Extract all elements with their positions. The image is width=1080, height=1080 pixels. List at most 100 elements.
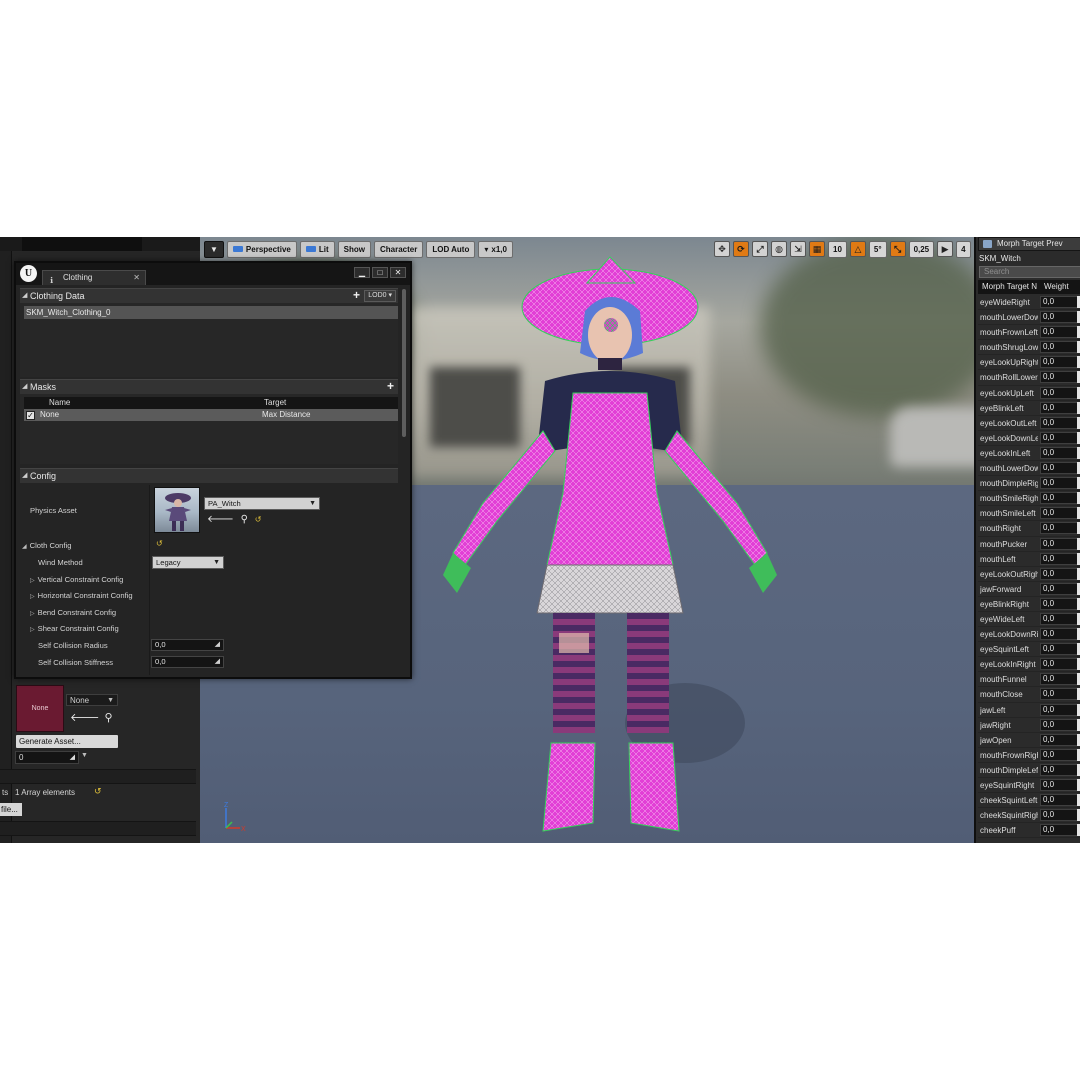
morph-target-row[interactable]: mouthDimpleLeft 0,0 xyxy=(978,763,1080,778)
morph-weight-input[interactable]: 0,0 xyxy=(1040,341,1080,354)
clothing-data-item[interactable]: SKM_Witch_Clothing_0 xyxy=(24,306,398,319)
number-field[interactable]: 0 ◢ xyxy=(15,751,79,764)
morph-target-row[interactable]: mouthLowerDownLeft 0,0 xyxy=(978,310,1080,326)
morph-target-row[interactable]: mouthClose 0,0 xyxy=(978,687,1080,703)
morph-weight-input[interactable]: 0,0 xyxy=(1040,688,1080,701)
lod-dropdown[interactable]: LOD0 ▾ xyxy=(364,290,396,302)
morph-weight-input[interactable]: 0,0 xyxy=(1040,552,1080,565)
morph-weight-input[interactable]: 0,0 xyxy=(1040,658,1080,671)
morph-target-row[interactable]: mouthFrownLeft 0,0 xyxy=(978,325,1080,341)
morph-weight-input[interactable]: 0,0 xyxy=(1040,326,1080,339)
reset-icon[interactable]: ↺ xyxy=(94,786,102,797)
morph-target-row[interactable]: mouthShrugLower 0,0 xyxy=(978,340,1080,356)
morph-weight-input[interactable]: 0,0 xyxy=(1040,296,1080,308)
morph-weight-input[interactable]: 0,0 xyxy=(1040,462,1080,475)
morph-weight-input[interactable]: 0,0 xyxy=(1040,371,1080,384)
morph-weight-input[interactable]: 0,0 xyxy=(1040,356,1080,369)
camera-speed-icon[interactable]: ▶ xyxy=(937,241,954,257)
character-button[interactable]: Character xyxy=(373,240,424,258)
morph-target-row[interactable]: eyeBlinkRight 0,0 xyxy=(978,597,1080,612)
clothing-data-scrollbar[interactable] xyxy=(402,289,406,437)
morph-target-tab[interactable]: Morph Target Prev xyxy=(978,237,1080,251)
config-header[interactable]: ◢ Config xyxy=(20,468,398,483)
physics-asset-thumbnail[interactable] xyxy=(154,487,200,533)
morph-target-row[interactable]: jawForward 0,0 xyxy=(978,582,1080,597)
self-collision-radius-input[interactable]: 0,0 ◢ xyxy=(151,639,224,651)
search-icon[interactable]: ⚲ xyxy=(105,712,118,724)
self-collision-stiffness-input[interactable]: 0,0 ◢ xyxy=(151,656,224,668)
morph-weight-input[interactable]: 0,0 xyxy=(1040,643,1080,656)
morph-target-row[interactable]: mouthSmileLeft 0,0 xyxy=(978,506,1080,522)
morph-target-row[interactable]: eyeBlinkLeft 0,0 xyxy=(978,401,1080,416)
morph-weight-input[interactable]: 0,0 xyxy=(1040,809,1080,822)
add-clothing-data-icon[interactable]: + xyxy=(353,289,360,302)
morph-weight-input[interactable]: 0,0 xyxy=(1040,703,1080,716)
morph-weight-input[interactable]: 0,0 xyxy=(1040,718,1080,731)
morph-weight-input[interactable]: 0,0 xyxy=(1040,492,1080,505)
morph-weight-input[interactable]: 0,0 xyxy=(1040,673,1080,686)
wind-method-combo[interactable]: Legacy ▼ xyxy=(152,556,224,569)
left-panel-tab[interactable] xyxy=(22,237,142,251)
morph-target-row[interactable]: mouthLowerDownRight 0,0 xyxy=(978,461,1080,477)
vertical-constraint-config[interactable]: ▷ Vertical Constraint Config xyxy=(30,575,123,584)
morph-target-row[interactable]: cheekPuff 0,0 xyxy=(978,823,1080,839)
morph-target-row[interactable]: jawOpen 0,0 xyxy=(978,733,1080,748)
morph-target-row[interactable]: mouthFunnel 0,0 xyxy=(978,672,1080,688)
morph-target-row[interactable]: eyeLookInRight 0,0 xyxy=(978,657,1080,673)
arrow-left-icon[interactable]: 🡐 xyxy=(70,712,105,724)
morph-weight-input[interactable]: 0,0 xyxy=(1040,824,1080,837)
morph-weight-input[interactable]: 0,0 xyxy=(1040,748,1080,761)
column-header-weight[interactable]: Weight xyxy=(1044,280,1069,294)
morph-weight-input[interactable]: 0,0 xyxy=(1040,311,1080,324)
morph-target-row[interactable]: mouthRight 0,0 xyxy=(978,521,1080,537)
masks-header[interactable]: ◢ Masks + xyxy=(20,379,398,394)
morph-target-row[interactable]: mouthPucker 0,0 xyxy=(978,537,1080,552)
close-icon[interactable]: ✕ xyxy=(390,267,406,278)
morph-target-row[interactable]: eyeLookDownRight 0,0 xyxy=(978,627,1080,643)
drag-handle-icon[interactable]: ◢ xyxy=(215,657,220,667)
reset-icon[interactable]: ↺ xyxy=(255,515,262,524)
scale-snap-icon[interactable]: ⤡ xyxy=(889,241,906,257)
morph-target-row[interactable]: eyeLookUpLeft 0,0 xyxy=(978,386,1080,401)
morph-target-row[interactable]: eyeSquintLeft 0,0 xyxy=(978,642,1080,658)
perspective-button[interactable]: Perspective xyxy=(226,240,297,258)
morph-weight-input[interactable]: 0,0 xyxy=(1040,567,1080,580)
asset-thumbnail[interactable]: None xyxy=(16,685,64,732)
morph-weight-input[interactable]: 0,0 xyxy=(1040,628,1080,641)
mask-enabled-checkbox[interactable]: ✓ xyxy=(26,411,35,420)
physics-asset-combo[interactable]: PA_Witch ▼ xyxy=(204,497,320,510)
drag-handle-icon[interactable]: ◢ xyxy=(215,640,220,650)
morph-target-row[interactable]: mouthDimpleRight 0,0 xyxy=(978,476,1080,492)
clothing-title-bar[interactable]: U ℹ Clothing ✕ ▁ □ ✕ xyxy=(16,263,410,285)
morph-target-row[interactable]: jawLeft 0,0 xyxy=(978,703,1080,718)
mask-column-target[interactable]: Target xyxy=(264,397,286,409)
morph-weight-input[interactable]: 0,0 xyxy=(1040,416,1080,429)
grid-snap-icon[interactable]: ▦ xyxy=(809,241,825,257)
morph-weight-input[interactable]: 0,0 xyxy=(1040,794,1080,807)
chevron-down-icon[interactable]: ▼ xyxy=(81,752,88,759)
morph-target-row[interactable]: eyeWideLeft 0,0 xyxy=(978,612,1080,628)
morph-weight-input[interactable]: 0,0 xyxy=(1040,779,1080,791)
morph-weight-input[interactable]: 0,0 xyxy=(1040,477,1080,490)
morph-search-input[interactable]: Search xyxy=(979,266,1080,278)
morph-weight-input[interactable]: 0,0 xyxy=(1040,763,1080,776)
morph-weight-input[interactable]: 0,0 xyxy=(1040,507,1080,520)
morph-target-row[interactable]: mouthSmileRight 0,0 xyxy=(978,491,1080,507)
generate-asset-button[interactable]: Generate Asset... xyxy=(16,735,118,748)
shear-constraint-config[interactable]: ▷ Shear Constraint Config xyxy=(30,624,119,633)
camera-speed-value[interactable]: 4 xyxy=(956,240,971,258)
cloth-config-label[interactable]: ◢ Cloth Config xyxy=(22,541,71,550)
morph-weight-input[interactable]: 0,0 xyxy=(1040,522,1080,535)
reset-icon[interactable]: ↺ xyxy=(156,539,163,548)
close-tab-icon[interactable]: ✕ xyxy=(133,271,140,285)
scale-snap-value[interactable]: 0,25 xyxy=(908,240,935,258)
clothing-tab[interactable]: ℹ Clothing ✕ xyxy=(42,270,146,285)
clothing-data-header[interactable]: ◢ Clothing Data + LOD0 ▾ xyxy=(20,288,398,303)
morph-target-row[interactable]: mouthFrownRight 0,0 xyxy=(978,748,1080,763)
morph-weight-input[interactable]: 0,0 xyxy=(1040,582,1080,595)
horizontal-constraint-config[interactable]: ▷ Horizontal Constraint Config xyxy=(30,591,133,600)
viewport-options-button[interactable]: ▼ xyxy=(204,240,224,258)
morph-target-row[interactable]: jawRight 0,0 xyxy=(978,718,1080,733)
show-button[interactable]: Show xyxy=(337,240,371,258)
column-header-name[interactable]: Morph Target N xyxy=(982,280,1040,294)
